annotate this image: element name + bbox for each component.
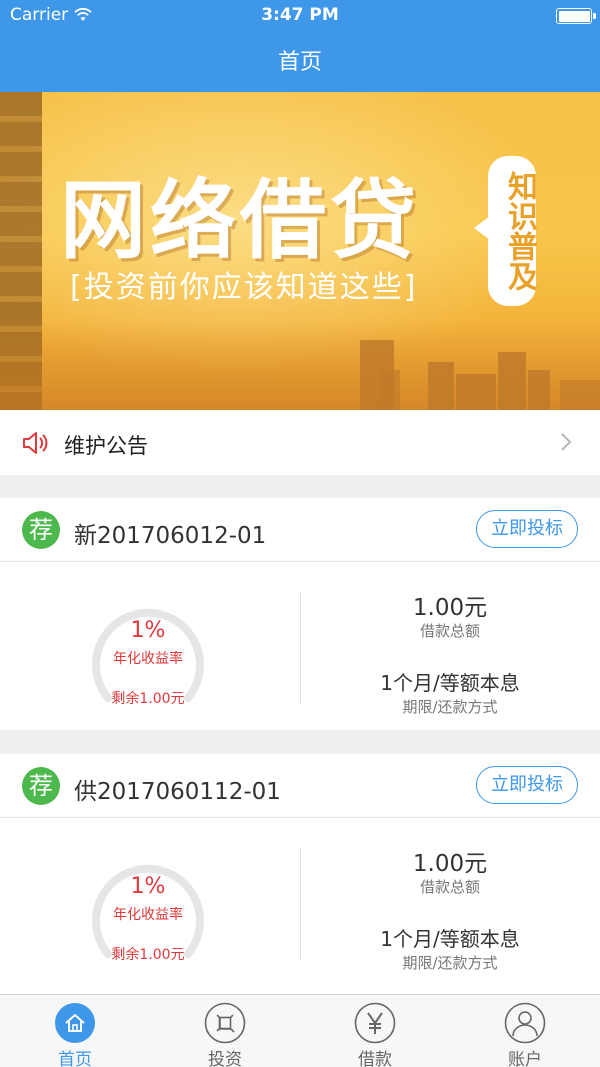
annual-rate-label: 年化收益率 xyxy=(113,651,183,667)
tab-account[interactable]: 账户 xyxy=(450,995,600,1067)
user-icon xyxy=(504,1002,546,1044)
loan-term: 1个月/等额本息 xyxy=(380,927,520,951)
tab-invest[interactable]: 投资 xyxy=(150,995,300,1067)
tab-label: 账户 xyxy=(508,1050,542,1067)
top-bar: Carrier 3:47 PM 首页 xyxy=(0,0,600,92)
tab-home[interactable]: 首页 xyxy=(0,995,150,1067)
invest-now-button[interactable]: 立即投标 xyxy=(476,766,578,804)
chevron-right-icon xyxy=(561,433,572,451)
loan-term-label: 期限/还款方式 xyxy=(402,954,498,972)
yen-icon xyxy=(354,1002,396,1044)
tab-bar: 首页 投资 借款 账户 xyxy=(0,994,600,1067)
annual-rate: 1% xyxy=(130,618,166,643)
loan-amount-label: 借款总额 xyxy=(419,878,480,896)
loan-amount: 1.00元 xyxy=(412,595,488,621)
tab-label: 首页 xyxy=(58,1050,92,1067)
product-card[interactable]: 荐 供2017060112-01 立即投标 1% 年化收益率 剩余1.00元 1… xyxy=(0,754,600,994)
product-name: 新201706012-01 xyxy=(74,523,267,549)
tab-label: 投资 xyxy=(208,1050,242,1067)
page-title: 首页 xyxy=(277,50,322,75)
product-card[interactable]: 荐 新201706012-01 立即投标 1% 年化收益率 剩余1.00元 1.… xyxy=(0,498,600,730)
loan-amount-label: 借款总额 xyxy=(419,622,480,640)
annual-rate-label: 年化收益率 xyxy=(113,907,183,923)
product-name: 供2017060112-01 xyxy=(74,779,281,805)
banner-subtitle: [投资前你应该知道这些] xyxy=(70,270,418,305)
product-card-header: 荐 供2017060112-01 立即投标 xyxy=(0,754,600,818)
product-card-header: 荐 新201706012-01 立即投标 xyxy=(0,498,600,562)
tab-borrow[interactable]: 借款 xyxy=(300,995,450,1067)
speaker-icon xyxy=(23,432,48,454)
remaining-amount: 剩余1.00元 xyxy=(111,947,185,963)
invest-icon xyxy=(204,1002,246,1044)
status-bar: Carrier 3:47 PM xyxy=(0,0,600,32)
promo-banner[interactable]: 网络借贷 [投资前你应该知道这些] 知识普及 xyxy=(0,92,600,410)
recommend-badge: 荐 xyxy=(22,767,60,805)
battery-icon xyxy=(556,8,596,24)
home-icon xyxy=(55,1003,95,1043)
status-time: 3:47 PM xyxy=(261,5,339,25)
banner-tag: 知识普及 xyxy=(474,156,537,306)
recommend-badge: 荐 xyxy=(22,511,60,549)
loan-amount: 1.00元 xyxy=(412,851,488,877)
tab-label: 借款 xyxy=(358,1050,392,1067)
loan-term: 1个月/等额本息 xyxy=(380,671,520,695)
notice-label: 维护公告 xyxy=(64,434,148,458)
remaining-amount: 剩余1.00元 xyxy=(111,691,185,707)
banner-title: 网络借贷 xyxy=(60,171,420,271)
loan-term-label: 期限/还款方式 xyxy=(402,698,498,716)
annual-rate: 1% xyxy=(130,874,166,899)
invest-now-button[interactable]: 立即投标 xyxy=(476,510,578,548)
banner-tag-text: 知识普及 xyxy=(502,171,537,291)
notice-row[interactable]: 维护公告 xyxy=(0,410,600,475)
